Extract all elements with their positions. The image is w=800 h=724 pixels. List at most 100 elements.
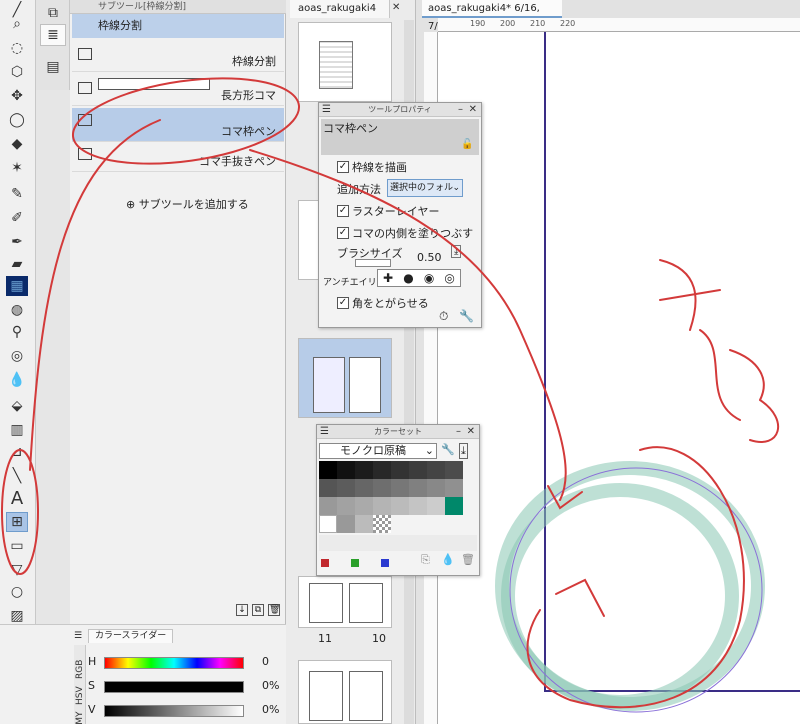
minimize-icon[interactable]: – [456, 425, 461, 439]
subtool-item-lazy-frame-pen[interactable]: コマ手抜きペン [72, 142, 284, 172]
eraser-icon[interactable]: ▰ [6, 254, 28, 274]
round-corners-checkbox[interactable]: ✓ 角をとがらせる [337, 295, 429, 311]
page-thumbnail[interactable] [298, 576, 392, 628]
subtool-item-frame-pen[interactable]: コマ枠ペン [72, 108, 284, 142]
swatch[interactable] [355, 461, 373, 479]
eyedropper-icon[interactable]: ⚲ [6, 322, 28, 342]
add-color-icon[interactable]: ⎘ [421, 553, 430, 567]
hatch-icon[interactable]: ▨ [6, 606, 28, 626]
subtool-group-frame-split[interactable]: 枠線分割 [72, 14, 284, 38]
brush-icon[interactable]: ✒ [6, 232, 28, 252]
blend-icon[interactable]: ◍ [6, 300, 28, 320]
value-bar[interactable] [104, 705, 244, 717]
object-icon[interactable]: ⬡ [6, 62, 28, 82]
fill-lasso-icon[interactable]: ◎ [6, 346, 28, 366]
mode-cmy[interactable]: CMY [75, 711, 85, 724]
swatch[interactable] [409, 497, 427, 515]
reset-icon[interactable]: ⏱ [439, 309, 448, 324]
close-icon[interactable]: ✕ [469, 103, 477, 117]
trash-icon[interactable]: 🗑 [461, 553, 475, 566]
add-subtool-button[interactable]: ⊕ サブツールを追加する [126, 196, 249, 212]
antialias-none-icon[interactable]: ✚ [383, 271, 393, 285]
color-set-select[interactable]: モノクロ原稿 ⌄ [319, 443, 437, 459]
swatch[interactable] [337, 497, 355, 515]
pressure-icon[interactable]: ⤓ [451, 245, 462, 258]
swatch[interactable] [373, 479, 391, 497]
download-icon[interactable]: ↓ [236, 604, 248, 616]
gradient-icon[interactable]: ▥ [6, 420, 28, 440]
slider-v[interactable]: V 0% [88, 703, 288, 719]
fill-icon[interactable]: ⬙ [6, 396, 28, 416]
import-icon[interactable]: ⤓ [459, 443, 468, 459]
magic-wand-icon[interactable]: ✶ [6, 158, 28, 178]
mode-hsv[interactable]: HSV [75, 686, 85, 705]
zoom-icon[interactable]: ⌕ [6, 14, 28, 34]
swatch[interactable] [409, 461, 427, 479]
page-thumbnail-selected[interactable] [298, 338, 392, 418]
swatch[interactable] [355, 479, 373, 497]
lasso-icon[interactable]: ◯ [6, 110, 28, 130]
trash-icon[interactable]: 🗑 [268, 604, 280, 616]
correct-line-icon[interactable]: ▽ [6, 560, 28, 580]
text-icon[interactable]: A [6, 488, 28, 509]
figure-icon[interactable]: ⊿ [6, 442, 28, 462]
saturation-bar[interactable] [104, 681, 244, 693]
swatch[interactable] [391, 497, 409, 515]
ruler-icon[interactable]: ╲ [6, 466, 28, 486]
circle-icon[interactable]: ○ [6, 582, 28, 602]
swatch[interactable] [337, 515, 355, 533]
slider-h[interactable]: H 0 [88, 655, 288, 671]
color-slider-tab[interactable]: カラースライダー [88, 629, 174, 643]
page-thumbnail[interactable] [298, 22, 392, 102]
swatch[interactable] [373, 461, 391, 479]
slider-s[interactable]: S 0% [88, 679, 288, 695]
page-thumbnail[interactable] [298, 660, 392, 724]
swatch[interactable] [337, 479, 355, 497]
hue-bar[interactable] [104, 657, 244, 669]
swatch[interactable] [445, 479, 463, 497]
subtool-item-frame-split[interactable]: 枠線分割 [72, 42, 284, 72]
close-icon[interactable]: ✕ [392, 2, 400, 13]
frame-border-icon[interactable]: ⊞ [6, 512, 28, 532]
swatch[interactable] [355, 515, 373, 533]
menu-icon[interactable]: ☰ [74, 631, 82, 641]
swatch[interactable] [319, 461, 337, 479]
subtool-list-icon[interactable]: ≣ [40, 24, 66, 46]
antialias-strong-icon[interactable]: ◎ [444, 271, 454, 285]
lasso-select-icon[interactable]: ◌ [6, 38, 28, 58]
fill-inside-checkbox[interactable]: ✓ コマの内側を塗りつぶす [337, 225, 473, 241]
swatch-transparent[interactable] [373, 515, 391, 533]
swatch[interactable] [319, 479, 337, 497]
pencil-icon[interactable]: ✐ [6, 208, 28, 228]
register-color-icon[interactable]: 💧 [441, 553, 455, 566]
swatch[interactable] [337, 461, 355, 479]
duplicate-icon[interactable]: ⧉ [252, 604, 264, 616]
swatch[interactable] [355, 497, 373, 515]
swatch[interactable] [373, 497, 391, 515]
add-method-select[interactable]: 選択中のフォル ⌄ [387, 179, 463, 197]
lock-icon[interactable]: 🔓 [461, 139, 473, 150]
move-icon[interactable]: ✥ [6, 86, 28, 106]
swatch[interactable] [427, 461, 445, 479]
mode-rgb[interactable]: RGB [75, 660, 85, 679]
antialias-weak-icon[interactable]: ● [403, 271, 413, 285]
wrench-icon[interactable]: 🔧 [441, 443, 455, 456]
swatch[interactable] [427, 479, 445, 497]
swatch[interactable] [445, 497, 463, 515]
subtool-item-rect-frame[interactable]: 長方形コマ [72, 76, 284, 106]
raster-layer-checkbox[interactable]: ✓ ラスターレイヤー [337, 203, 439, 219]
wrench-icon[interactable]: 🔧 [459, 309, 474, 323]
antialias-selector[interactable]: ✚ ● ◉ ◎ [377, 269, 461, 287]
pen-icon[interactable]: ✎ [6, 184, 28, 204]
draw-border-checkbox[interactable]: ✓ 枠線を描画 [337, 159, 407, 175]
minimize-icon[interactable]: – [458, 103, 463, 117]
swatch[interactable] [409, 479, 427, 497]
canvas-paper[interactable] [438, 32, 800, 724]
droplet-icon[interactable]: 💧 [6, 370, 28, 390]
swatch[interactable] [391, 479, 409, 497]
decoration-icon[interactable]: ▦ [6, 276, 28, 296]
swatch[interactable] [427, 497, 445, 515]
eraser-select-icon[interactable]: ◆ [6, 134, 28, 154]
swatch[interactable] [319, 515, 337, 533]
swatch[interactable] [391, 461, 409, 479]
